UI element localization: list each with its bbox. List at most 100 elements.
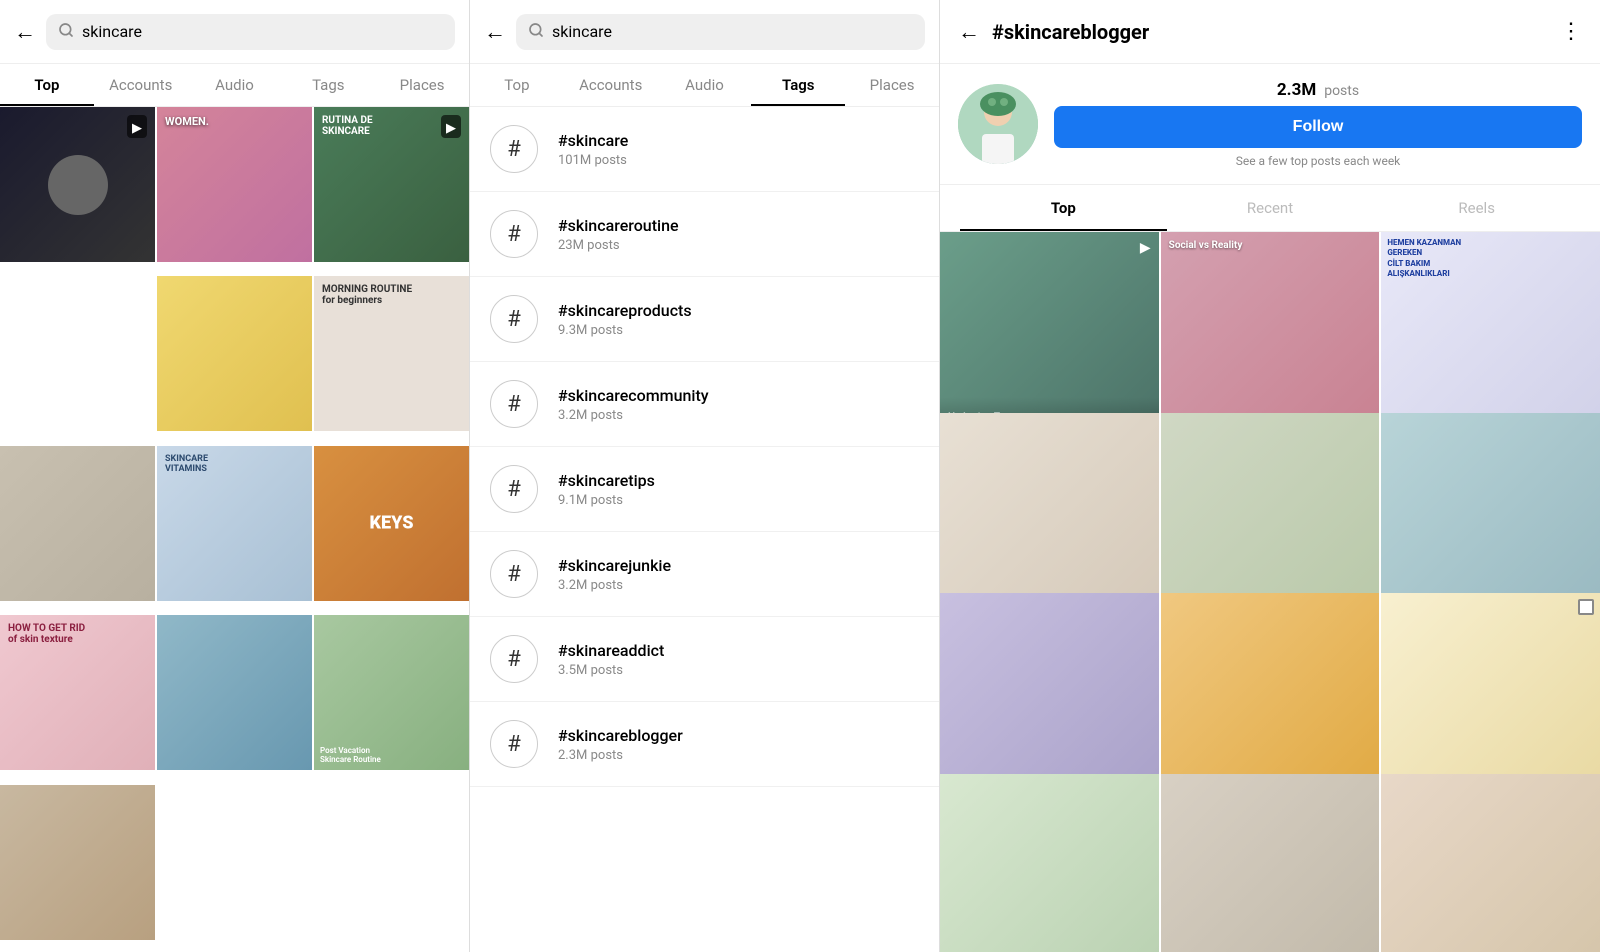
grid-cell-7-text: SKINCAREVITAMINS bbox=[165, 454, 208, 474]
tag-info-1: #skincareroutine 23M posts bbox=[558, 216, 679, 253]
grid-cell-11-text: Post VacationSkincare Routine bbox=[320, 746, 381, 764]
tag-item-7[interactable]: # #skincareblogger 2.3M posts bbox=[470, 702, 939, 787]
hash-icon-6: # bbox=[490, 635, 538, 683]
hash-icon-2: # bbox=[490, 295, 538, 343]
hash-icon-0: # bbox=[490, 125, 538, 173]
tag-name-4: #skincaretips bbox=[558, 471, 655, 490]
tag-info-0: #skincare 101M posts bbox=[558, 131, 628, 168]
video-icon: ▶ bbox=[132, 121, 142, 136]
right-panel-body: 2.3M posts Follow See a few top posts ea… bbox=[940, 64, 1600, 952]
avatar bbox=[958, 84, 1038, 164]
right-header-left: ← #skincareblogger bbox=[958, 19, 1149, 45]
grid-cell-1[interactable]: ▶ bbox=[0, 107, 155, 262]
back-button-mid[interactable]: ← bbox=[484, 19, 506, 45]
grid-cell-2[interactable]: WOMEN. bbox=[157, 107, 312, 262]
tag-count-6: 3.5M posts bbox=[558, 663, 664, 678]
tab-audio-left[interactable]: Audio bbox=[188, 64, 282, 106]
tab-places-mid[interactable]: Places bbox=[845, 64, 939, 106]
search-bar-left[interactable]: skincare bbox=[46, 14, 455, 50]
tab-top-right[interactable]: Top bbox=[960, 185, 1167, 231]
tag-name-2: #skincareproducts bbox=[558, 301, 692, 320]
search-bar-mid[interactable]: skincare bbox=[516, 14, 925, 50]
tab-accounts-left[interactable]: Accounts bbox=[94, 64, 188, 106]
video-badge: ▶ bbox=[127, 115, 147, 138]
search-icon bbox=[58, 22, 74, 42]
tag-name-5: #skincarejunkie bbox=[558, 556, 671, 575]
tag-count-4: 9.1M posts bbox=[558, 493, 655, 508]
grid-cell-6[interactable] bbox=[0, 446, 155, 601]
left-header: ← skincare bbox=[0, 0, 469, 64]
grid-cell-9[interactable]: HOW TO GET RIDof skin texture bbox=[0, 615, 155, 770]
tag-info-4: #skincaretips 9.1M posts bbox=[558, 471, 655, 508]
tag-count-7: 2.3M posts bbox=[558, 748, 683, 763]
right-cell-2-text: Social vs Reality bbox=[1169, 240, 1243, 251]
tab-top-left[interactable]: Top bbox=[0, 64, 94, 106]
grid-cell-12[interactable] bbox=[0, 785, 155, 940]
left-panel: ← skincare Top Accounts Audio Tags Place… bbox=[0, 0, 470, 952]
tag-name-0: #skincare bbox=[558, 131, 628, 150]
video-badge-3: ▶ bbox=[441, 115, 461, 138]
tag-item-3[interactable]: # #skincarecommunity 3.2M posts bbox=[470, 362, 939, 447]
tab-reels-right[interactable]: Reels bbox=[1373, 185, 1580, 231]
grid-cell-11[interactable]: Post VacationSkincare Routine bbox=[314, 615, 469, 770]
posts-info: 2.3M posts bbox=[1054, 80, 1582, 100]
tab-audio-mid[interactable]: Audio bbox=[658, 64, 752, 106]
back-button[interactable]: ← bbox=[14, 19, 36, 45]
tabs-mid: Top Accounts Audio Tags Places bbox=[470, 64, 939, 107]
right-panel: ← #skincareblogger ⋮ bbox=[940, 0, 1600, 952]
tab-accounts-mid[interactable]: Accounts bbox=[564, 64, 658, 106]
tag-item-1[interactable]: # #skincareroutine 23M posts bbox=[470, 192, 939, 277]
grid-cell-10[interactable] bbox=[157, 615, 312, 770]
tag-count-2: 9.3M posts bbox=[558, 323, 692, 338]
grid-cell-3[interactable]: ▶ RUTINA DESKINCARE bbox=[314, 107, 469, 262]
tag-count-0: 101M posts bbox=[558, 153, 628, 168]
right-cell-11[interactable] bbox=[1161, 774, 1380, 952]
profile-section: 2.3M posts Follow See a few top posts ea… bbox=[940, 64, 1600, 185]
tag-count-5: 3.2M posts bbox=[558, 578, 671, 593]
tag-info-6: #skinareaddict 3.5M posts bbox=[558, 641, 664, 678]
tag-item-2[interactable]: # #skincareproducts 9.3M posts bbox=[470, 277, 939, 362]
tab-tags-left[interactable]: Tags bbox=[281, 64, 375, 106]
right-panel-title: #skincareblogger bbox=[992, 20, 1149, 44]
right-cell-10[interactable]: Beauty of JoseonGlow Deep Serum bbox=[940, 774, 1159, 952]
follow-button[interactable]: Follow bbox=[1054, 106, 1582, 148]
tag-item-5[interactable]: # #skincarejunkie 3.2M posts bbox=[470, 532, 939, 617]
tag-name-1: #skincareroutine bbox=[558, 216, 679, 235]
see-posts-text: See a few top posts each week bbox=[1054, 154, 1582, 168]
right-image-grid: ▶ Hydrating Tonersfor Oily Skin 💦 Social… bbox=[940, 232, 1600, 952]
right-tabs: Top Recent Reels bbox=[940, 185, 1600, 232]
tag-name-3: #skincarecommunity bbox=[558, 386, 709, 405]
hash-icon-7: # bbox=[490, 720, 538, 768]
right-header: ← #skincareblogger ⋮ bbox=[940, 0, 1600, 64]
tag-item-4[interactable]: # #skincaretips 9.1M posts bbox=[470, 447, 939, 532]
tag-info-3: #skincarecommunity 3.2M posts bbox=[558, 386, 709, 423]
tab-places-left[interactable]: Places bbox=[375, 64, 469, 106]
tabs-left: Top Accounts Audio Tags Places bbox=[0, 64, 469, 107]
hash-icon-3: # bbox=[490, 380, 538, 428]
more-options-icon[interactable]: ⋮ bbox=[1560, 19, 1582, 44]
tag-info-5: #skincarejunkie 3.2M posts bbox=[558, 556, 671, 593]
tab-tags-mid[interactable]: Tags bbox=[751, 64, 845, 106]
avatar-inner bbox=[958, 84, 1038, 164]
tab-top-mid[interactable]: Top bbox=[470, 64, 564, 106]
hash-icon-1: # bbox=[490, 210, 538, 258]
tag-info-2: #skincareproducts 9.3M posts bbox=[558, 301, 692, 338]
hash-icon-5: # bbox=[490, 550, 538, 598]
tab-recent-right[interactable]: Recent bbox=[1167, 185, 1374, 231]
grid-cell-7[interactable]: SKINCAREVITAMINS bbox=[157, 446, 312, 601]
image-grid-left: ▶ WOMEN. ▶ RUTINA DESKINCARE MORNING ROU… bbox=[0, 107, 469, 952]
right-cell-12[interactable] bbox=[1381, 774, 1600, 952]
search-icon-mid bbox=[528, 22, 544, 42]
grid-cell-8[interactable]: KEYS bbox=[314, 446, 469, 601]
grid-cell-2-text: WOMEN. bbox=[165, 115, 209, 254]
grid-cell-5-text: MORNING ROUTINEfor beginners bbox=[322, 284, 412, 306]
tag-item-0[interactable]: # #skincare 101M posts bbox=[470, 107, 939, 192]
grid-cell-5[interactable]: MORNING ROUTINEfor beginners bbox=[314, 276, 469, 431]
tag-item-6[interactable]: # #skinareaddict 3.5M posts bbox=[470, 617, 939, 702]
grid-cell-4[interactable] bbox=[157, 276, 312, 431]
hash-icon-4: # bbox=[490, 465, 538, 513]
right-cell-9-checkbox bbox=[1578, 599, 1594, 615]
tag-list: # #skincare 101M posts # #skincareroutin… bbox=[470, 107, 939, 952]
back-button-right[interactable]: ← bbox=[958, 19, 980, 45]
video-play-1: ▶ bbox=[1140, 240, 1151, 256]
